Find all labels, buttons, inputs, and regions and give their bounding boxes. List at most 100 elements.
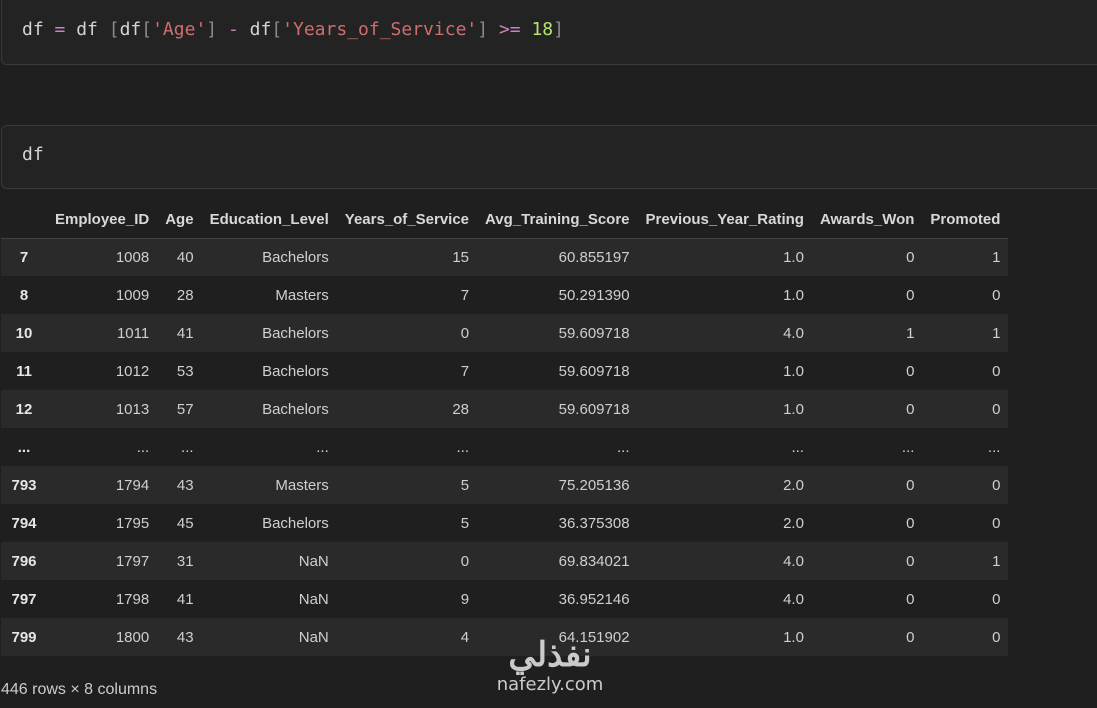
- table-cell: ...: [987, 438, 1001, 456]
- table-cell: 59.609718: [558, 324, 630, 342]
- table-cell: 0: [906, 628, 915, 646]
- table-cell: 1797: [115, 552, 150, 570]
- row-index: 8: [19, 286, 29, 304]
- code-token: df: [65, 19, 109, 40]
- row-index: 793: [11, 476, 37, 494]
- dataframe-output-table: Employee_ID Age Education_Level Years_of_Se…: [1, 202, 1009, 656]
- column-header: Previous_Year_Rating: [637, 202, 812, 239]
- code-token: [: [271, 19, 283, 40]
- table-row: 12 1013 57 Bachelors 28 59.609718 1.0 0 0: [1, 390, 1009, 428]
- table-cell: 28: [452, 400, 470, 418]
- table-cell: 1: [992, 248, 1001, 266]
- table-cell: 0: [906, 476, 915, 494]
- watermark-url: nafezly.com: [496, 674, 604, 695]
- table-cell: 41: [176, 324, 194, 342]
- row-index: 797: [11, 590, 37, 608]
- table-cell: 41: [176, 590, 194, 608]
- table-cell: Masters: [275, 476, 329, 494]
- table-cell: 0: [992, 476, 1001, 494]
- code-token: ]: [553, 19, 564, 40]
- code-editor-display[interactable]: df: [22, 144, 44, 165]
- table-cell: Bachelors: [262, 248, 329, 266]
- table-row: 796 1797 31 NaN 0 69.834021 4.0 0 1: [1, 542, 1009, 580]
- table-header: Employee_ID Age Education_Level Years_of_Se…: [1, 202, 1009, 239]
- table-cell: 1795: [115, 514, 150, 532]
- table-cell: 2.0: [783, 514, 804, 532]
- table-cell: 1013: [115, 400, 150, 418]
- table-cell: 5: [460, 514, 470, 532]
- table-cell: 75.205136: [558, 476, 630, 494]
- code-cell-display[interactable]: df: [1, 125, 1097, 189]
- table-cell: 0: [906, 248, 915, 266]
- table-row: 11 1012 53 Bachelors 7 59.609718 1.0 0 0: [1, 352, 1009, 390]
- table-cell: 59.609718: [558, 362, 630, 380]
- column-header: Employee_ID: [47, 202, 158, 239]
- row-index: 11: [16, 362, 32, 380]
- table-cell: 28: [176, 286, 194, 304]
- header-row: Employee_ID Age Education_Level Years_of_Se…: [1, 202, 1009, 239]
- table-cell: 4.0: [783, 324, 804, 342]
- table-cell: 50.291390: [558, 286, 630, 304]
- table-cell: 43: [176, 476, 194, 494]
- table-row: 793 1794 43 Masters 5 75.205136 2.0 0 0: [1, 466, 1009, 504]
- table-cell: NaN: [298, 552, 329, 570]
- code-token: ]: [206, 19, 218, 40]
- table-cell: 0: [992, 362, 1001, 380]
- table-cell: ...: [617, 438, 630, 456]
- table-cell: 0: [906, 590, 915, 608]
- code-token: 'Age': [152, 19, 207, 40]
- table-cell: 1800: [115, 628, 150, 646]
- code-token: df: [22, 19, 55, 40]
- table-cell: 0: [992, 400, 1001, 418]
- table-row: 799 1800 43 NaN 4 64.151902 1.0 0 0: [1, 618, 1009, 656]
- row-index: 799: [11, 628, 37, 646]
- table-cell: ...: [456, 438, 470, 456]
- table-cell: 1.0: [783, 248, 804, 266]
- table-cell: 1: [992, 552, 1001, 570]
- table-cell: 1.0: [783, 286, 804, 304]
- table-cell: 64.151902: [558, 628, 630, 646]
- table-cell: 1.0: [783, 400, 804, 418]
- table-cell: 0: [992, 286, 1001, 304]
- column-header: Promoted: [922, 202, 1009, 239]
- code-cell-filter[interactable]: df = df [df['Age'] - df['Years_of_Servic…: [1, 0, 1097, 65]
- column-header: Years_of_Service: [336, 202, 478, 239]
- table-cell: 57: [176, 400, 194, 418]
- table-row: 7 1008 40 Bachelors 15 60.855197 1.0 0 1: [1, 238, 1009, 276]
- code-token: df: [238, 19, 272, 40]
- table-cell: Bachelors: [262, 514, 329, 532]
- table-cell: ...: [901, 438, 915, 456]
- column-header: Awards_Won: [811, 202, 923, 239]
- table-cell: 1008: [115, 248, 150, 266]
- code-token: =: [54, 19, 66, 40]
- code-editor-filter[interactable]: df = df [df['Age'] - df['Years_of_Servic…: [22, 19, 564, 40]
- row-index: 7: [19, 248, 29, 266]
- dataframe-shape-text: 446 rows × 8 columns: [1, 681, 158, 698]
- code-token: df: [119, 19, 142, 40]
- column-header: Avg_Training_Score: [477, 202, 638, 239]
- table-cell: 59.609718: [558, 400, 630, 418]
- table-cell: NaN: [298, 590, 329, 608]
- table-cell: 36.375308: [558, 514, 630, 532]
- table-cell: Bachelors: [262, 324, 329, 342]
- table-cell: 60.855197: [558, 248, 630, 266]
- table-cell: ...: [791, 438, 804, 456]
- table-cell: 1.0: [783, 362, 804, 380]
- table-cell: Bachelors: [262, 362, 329, 380]
- table-cell: 0: [906, 552, 915, 570]
- table-cell: ...: [316, 438, 329, 456]
- table-cell: 1: [906, 324, 915, 342]
- row-index: ...: [17, 438, 31, 456]
- table-cell: 5: [460, 476, 470, 494]
- table-cell: 1012: [115, 362, 150, 380]
- table-cell: 0: [906, 286, 915, 304]
- table-cell: 43: [176, 628, 194, 646]
- table-cell: 0: [992, 514, 1001, 532]
- code-token: [: [108, 19, 120, 40]
- table-cell: 4.0: [783, 552, 804, 570]
- table-cell: 1794: [115, 476, 150, 494]
- table-cell: NaN: [298, 628, 329, 646]
- code-token: 'Years_of_Service': [282, 19, 478, 40]
